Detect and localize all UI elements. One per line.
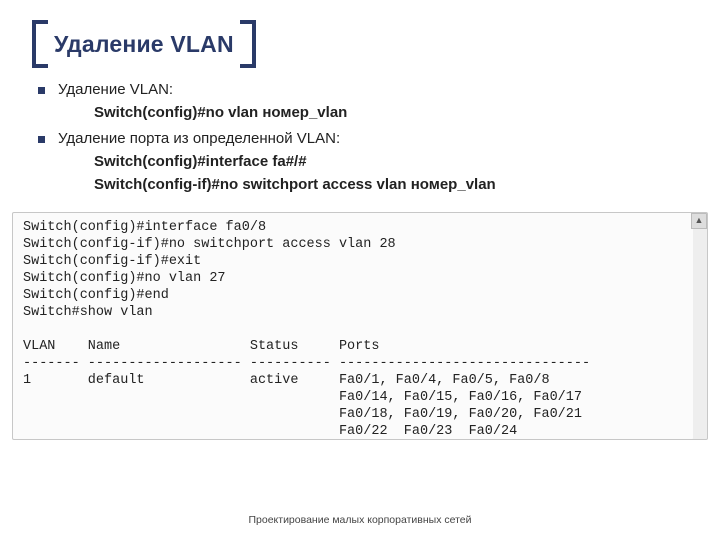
- bracket-left-icon: [32, 20, 48, 68]
- slide: Удаление VLAN Удаление VLAN: Switch(conf…: [0, 0, 720, 540]
- terminal-text: Switch(config)#interface fa0/8 Switch(co…: [23, 219, 697, 440]
- bullet-text: Удаление порта из определенной VLAN:: [58, 130, 340, 147]
- bullet-sub: Switch(config)#no vlan номер_vlan: [58, 101, 688, 124]
- list-item: Удаление VLAN: Switch(config)#no vlan но…: [38, 78, 688, 125]
- title-row: Удаление VLAN: [32, 20, 688, 68]
- bullet-sub: Switch(config)#interface fa#/#: [58, 150, 688, 173]
- bullet-text: Удаление VLAN:: [58, 81, 173, 98]
- bullet-sub: Switch(config-if)#no switchport access v…: [58, 173, 688, 196]
- bracket-right-icon: [240, 20, 256, 68]
- slide-title: Удаление VLAN: [54, 31, 234, 58]
- terminal-output: ▲ Switch(config)#interface fa0/8 Switch(…: [12, 212, 708, 440]
- scroll-up-icon[interactable]: ▲: [691, 213, 707, 229]
- list-item: Удаление порта из определенной VLAN: Swi…: [38, 127, 688, 197]
- bullet-list: Удаление VLAN: Switch(config)#no vlan но…: [38, 78, 688, 196]
- footer-text: Проектирование малых корпоративных сетей: [0, 514, 720, 526]
